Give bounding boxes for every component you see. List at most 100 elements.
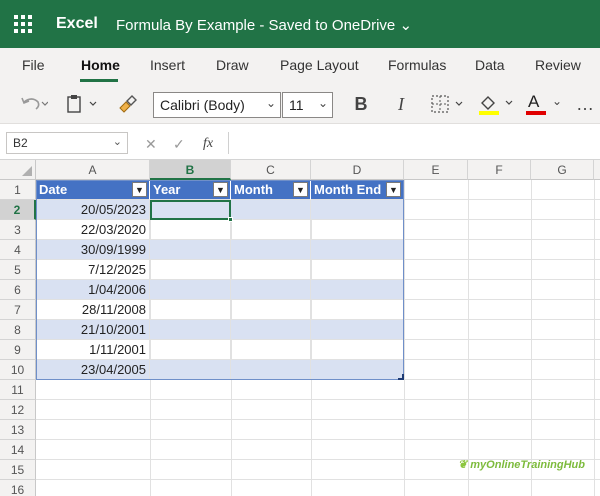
tab-page-layout[interactable]: Page Layout [280, 57, 359, 73]
month-end-cell[interactable] [311, 260, 404, 280]
year-cell[interactable] [150, 300, 231, 320]
row-header[interactable]: 12 [0, 400, 36, 420]
date-cell[interactable]: 21/10/2001 [36, 320, 150, 340]
name-box[interactable]: B2 ⌄ [6, 132, 128, 154]
tab-file[interactable]: File [22, 57, 45, 73]
insert-function-icon[interactable]: fx [203, 136, 213, 152]
table-header-year[interactable]: Year ▼ [150, 180, 231, 200]
more-options-button[interactable]: … [574, 92, 596, 116]
column-header-e[interactable]: E [404, 160, 468, 180]
format-painter-button[interactable] [114, 92, 140, 116]
month-cell[interactable] [231, 220, 311, 240]
month-end-cell[interactable] [311, 280, 404, 300]
fill-handle[interactable] [228, 217, 233, 222]
filter-dropdown-icon[interactable]: ▼ [386, 182, 401, 197]
month-end-cell[interactable] [311, 300, 404, 320]
month-cell[interactable] [231, 340, 311, 360]
date-cell[interactable]: 7/12/2025 [36, 260, 150, 280]
year-cell[interactable] [150, 320, 231, 340]
date-cell[interactable]: 30/09/1999 [36, 240, 150, 260]
fill-color-button[interactable] [476, 92, 518, 116]
row-header[interactable]: 3 [0, 220, 36, 240]
month-end-cell[interactable] [311, 360, 404, 380]
month-cell[interactable] [231, 300, 311, 320]
row-header[interactable]: 15 [0, 460, 36, 480]
borders-button[interactable] [428, 92, 468, 116]
paste-button[interactable] [64, 92, 104, 116]
row-header[interactable]: 6 [0, 280, 36, 300]
row-header[interactable]: 7 [0, 300, 36, 320]
tab-review[interactable]: Review [535, 57, 581, 73]
year-cell[interactable] [150, 360, 231, 380]
filter-dropdown-icon[interactable]: ▼ [293, 182, 308, 197]
font-size-select[interactable]: 11 ⌄ [282, 92, 333, 118]
row-header[interactable]: 16 [0, 480, 36, 496]
tab-draw[interactable]: Draw [216, 57, 249, 73]
date-cell[interactable]: 1/11/2001 [36, 340, 150, 360]
date-cell[interactable]: 1/04/2006 [36, 280, 150, 300]
row-header[interactable]: 11 [0, 380, 36, 400]
table-header-month[interactable]: Month ▼ [231, 180, 311, 200]
row-header[interactable]: 14 [0, 440, 36, 460]
month-cell[interactable] [231, 260, 311, 280]
year-cell[interactable] [150, 340, 231, 360]
document-title[interactable]: Formula By Example - Saved to OneDrive ⌄ [116, 16, 412, 34]
month-end-cell[interactable] [311, 220, 404, 240]
tab-home[interactable]: Home [81, 57, 120, 73]
tab-insert[interactable]: Insert [150, 57, 185, 73]
row-header[interactable]: 13 [0, 420, 36, 440]
column-header-h[interactable] [594, 160, 600, 180]
date-cell[interactable]: 28/11/2008 [36, 300, 150, 320]
filter-dropdown-icon[interactable]: ▼ [132, 182, 147, 197]
row-header[interactable]: 10 [0, 360, 36, 380]
row-header[interactable]: 2 [0, 200, 36, 220]
month-end-cell[interactable] [311, 200, 404, 220]
font-color-button[interactable]: A ⌄ [524, 92, 566, 116]
app-launcher-icon[interactable] [14, 15, 32, 33]
year-cell[interactable] [150, 220, 231, 240]
cancel-icon[interactable]: ✕ [145, 136, 157, 153]
filter-dropdown-icon[interactable]: ▼ [213, 182, 228, 197]
month-cell[interactable] [231, 200, 311, 220]
year-cell[interactable] [150, 260, 231, 280]
row-header[interactable]: 8 [0, 320, 36, 340]
date-cell[interactable]: 22/03/2020 [36, 220, 150, 240]
row-header[interactable]: 5 [0, 260, 36, 280]
row-header[interactable]: 4 [0, 240, 36, 260]
table-resize-handle[interactable] [398, 374, 404, 380]
month-cell[interactable] [231, 240, 311, 260]
tab-formulas[interactable]: Formulas [388, 57, 446, 73]
month-cell[interactable] [231, 280, 311, 300]
column-header-g[interactable]: G [531, 160, 594, 180]
header-label: Year [153, 182, 181, 197]
tab-data[interactable]: Data [475, 57, 505, 73]
column-header-f[interactable]: F [468, 160, 531, 180]
column-header-d[interactable]: D [311, 160, 404, 180]
year-cell[interactable] [150, 200, 231, 220]
column-header-b[interactable]: B [150, 160, 231, 180]
enter-icon[interactable]: ✓ [173, 136, 185, 153]
month-end-cell[interactable] [311, 340, 404, 360]
row-header[interactable]: 1 [0, 180, 36, 200]
month-end-cell[interactable] [311, 320, 404, 340]
year-cell[interactable] [150, 240, 231, 260]
clipboard-icon [67, 95, 97, 113]
date-cell[interactable]: 23/04/2005 [36, 360, 150, 380]
app-name[interactable]: Excel [56, 15, 98, 33]
month-end-cell[interactable] [311, 240, 404, 260]
year-cell[interactable] [150, 280, 231, 300]
row-header[interactable]: 9 [0, 340, 36, 360]
italic-button[interactable]: I [388, 92, 414, 116]
date-cell[interactable]: 20/05/2023 [36, 200, 150, 220]
undo-button[interactable] [16, 92, 50, 116]
select-all-button[interactable] [0, 160, 36, 180]
bold-button[interactable]: B [348, 92, 374, 116]
font-name-select[interactable]: Calibri (Body) ⌄ [153, 92, 281, 118]
month-cell[interactable] [231, 360, 311, 380]
column-header-c[interactable]: C [231, 160, 311, 180]
table-header-date[interactable]: Date ▼ [36, 180, 150, 200]
worksheet-grid[interactable]: A B C D E F G 1 2 3 4 5 6 7 8 9 10 11 12… [0, 160, 600, 496]
column-header-a[interactable]: A [36, 160, 150, 180]
month-cell[interactable] [231, 320, 311, 340]
table-header-month-end[interactable]: Month End ▼ [311, 180, 404, 200]
